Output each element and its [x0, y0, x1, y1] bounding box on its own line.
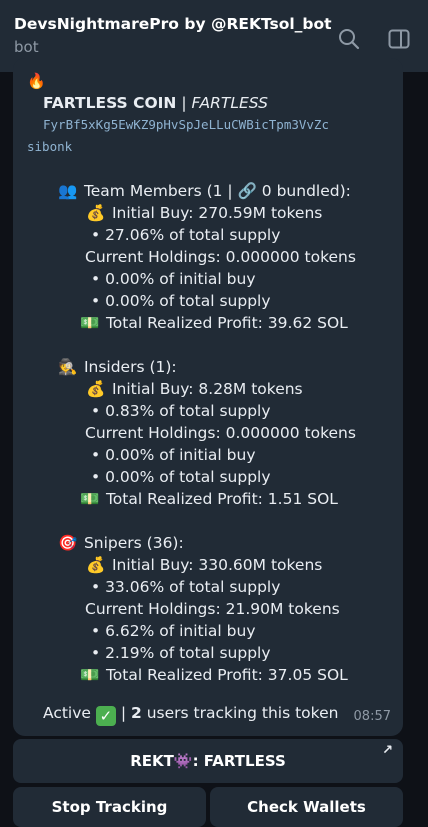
snipers-initial-buy: Initial Buy: 330.60M tokens [111, 556, 323, 574]
money-icon: 💵 [80, 666, 100, 684]
side-panel-icon[interactable] [387, 27, 411, 51]
stop-tracking-button[interactable]: Stop Tracking [13, 787, 206, 827]
snipers-profit-line: 💵 Total Realized Profit: 37.05 SOL [27, 664, 391, 686]
team-initial-buy: Initial Buy: 270.59M tokens [111, 204, 323, 222]
fire-emoji: 🔥 [27, 72, 46, 90]
coin-title-line: FARTLESS COIN | FARTLESS [27, 92, 391, 114]
insiders-initial-line: 💰 Initial Buy: 8.28M tokens [27, 378, 391, 400]
insiders-profit-line: 💵 Total Realized Profit: 1.51 SOL [27, 488, 391, 510]
insiders-initial-pct: • 0.83% of total supply [91, 402, 271, 420]
target-icon: 🎯 [58, 534, 78, 552]
rekt-link-label: REKT👾: FARTLESS [130, 752, 286, 770]
snipers-holdings: Current Holdings: 21.90M tokens [85, 600, 340, 618]
snipers-heading: Snipers (36): [83, 534, 184, 552]
money-bag-icon: 💰 [86, 380, 106, 398]
money-bag-icon: 💰 [86, 204, 106, 222]
users-count: 2 [131, 704, 142, 722]
insiders-hold-supply: • 0.00% of total supply [91, 468, 271, 486]
contract-address-line2[interactable]: sibonk [27, 136, 391, 158]
insiders-heading: Insiders (1): [83, 358, 177, 376]
contract-address-line1[interactable]: FyrBf5xKg5EwKZ9pHvSpJeLLuCWBicTpm3VvZc [27, 114, 391, 136]
snipers-hold-supply: • 2.19% of total supply [91, 644, 271, 662]
team-hold-initial: • 0.00% of initial buy [91, 270, 256, 288]
snipers-hold-initial: • 6.62% of initial buy [91, 622, 256, 640]
insiders-heading-line: 🕵️ Insiders (1): [27, 356, 391, 378]
snipers-heading-line: 🎯 Snipers (36): [27, 532, 391, 554]
message-bubble: 🔥 FARTLESS COIN | FARTLESS FyrBf5xKg5EwK… [13, 58, 403, 736]
snipers-initial-pct: • 33.06% of total supply [91, 578, 281, 596]
status-active: Active [43, 704, 91, 722]
team-profit: Total Realized Profit: 39.62 SOL [105, 314, 348, 332]
insiders-initial-buy: Initial Buy: 8.28M tokens [111, 380, 303, 398]
search-icon[interactable] [337, 27, 361, 51]
team-hold-supply: • 0.00% of total supply [91, 292, 271, 310]
insiders-holdings: Current Holdings: 0.000000 tokens [85, 424, 356, 442]
external-link-icon: ↗ [382, 743, 393, 758]
rekt-link-button[interactable]: REKT👾: FARTLESS ↗ [13, 739, 403, 783]
check-mark-icon: ✓ [95, 706, 116, 726]
money-bag-icon: 💰 [86, 556, 106, 574]
snipers-profit: Total Realized Profit: 37.05 SOL [105, 666, 348, 684]
money-icon: 💵 [80, 314, 100, 332]
insiders-profit: Total Realized Profit: 1.51 SOL [105, 490, 338, 508]
coin-name: FARTLESS COIN [43, 94, 177, 112]
coin-separator: | [181, 94, 187, 112]
tracking-status: Active ✓ | 2 users tracking this token [43, 702, 338, 726]
team-heading: Team Members (1 | 🔗 0 bundled): [83, 182, 351, 200]
coin-ticker: FARTLESS [191, 94, 268, 112]
check-wallets-button[interactable]: Check Wallets [210, 787, 403, 827]
team-initial-line: 💰 Initial Buy: 270.59M tokens [27, 202, 391, 224]
detective-icon: 🕵️ [58, 358, 78, 376]
status-separator: | [120, 704, 127, 722]
team-icon: 👥 [58, 182, 78, 200]
users-text: users tracking this token [146, 704, 339, 722]
team-profit-line: 💵 Total Realized Profit: 39.62 SOL [27, 312, 391, 334]
message-time: 08:57 [353, 709, 391, 724]
insiders-hold-initial: • 0.00% of initial buy [91, 446, 256, 464]
team-initial-pct: • 27.06% of total supply [91, 226, 281, 244]
team-holdings: Current Holdings: 0.000000 tokens [85, 248, 356, 266]
team-heading-line: 👥 Team Members (1 | 🔗 0 bundled): [27, 180, 391, 202]
snipers-initial-line: 💰 Initial Buy: 330.60M tokens [27, 554, 391, 576]
money-icon: 💵 [80, 490, 100, 508]
